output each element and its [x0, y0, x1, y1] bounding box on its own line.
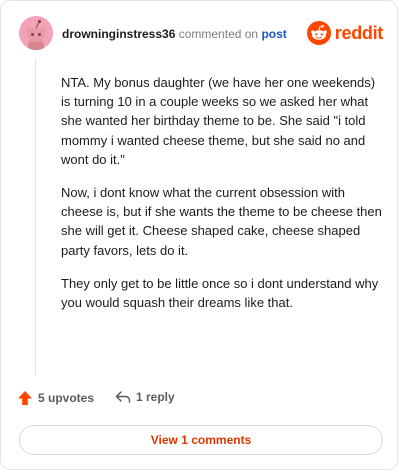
comment-paragraph: Now, i dont know what the current obsess…: [61, 185, 382, 258]
comment-paragraph: They only get to be little once so i don…: [61, 275, 379, 311]
upvote-arrow-icon: [18, 391, 32, 405]
reddit-logo[interactable]: reddit: [306, 20, 384, 46]
author-line: drowninginstress36 commented on post: [62, 27, 287, 41]
thread-line[interactable]: [35, 59, 36, 375]
action-text: commented on: [178, 27, 259, 41]
reply-button[interactable]: 1 reply: [115, 390, 175, 404]
post-link[interactable]: post: [261, 27, 286, 41]
comment-paragraph: NTA. My bonus daughter (we have her one …: [61, 75, 376, 167]
reddit-logo-icon: [306, 21, 331, 45]
reply-arrow-icon: [115, 391, 131, 403]
comment-body: NTA. My bonus daughter (we have her one …: [61, 73, 383, 326]
snoo-avatar-icon: [19, 16, 53, 50]
reddit-wordmark: reddit: [334, 22, 384, 43]
comment-header: drowninginstress36 commented on post red…: [19, 16, 383, 50]
user-avatar[interactable]: [19, 16, 53, 50]
comment-actions: 5 upvotes 1 reply: [17, 390, 377, 410]
upvote-button[interactable]: 5 upvotes: [17, 390, 94, 406]
view-comments-button[interactable]: View 1 comments: [19, 425, 383, 455]
comment-card: drowninginstress36 commented on post red…: [0, 0, 398, 470]
username-link[interactable]: drowninginstress36: [62, 27, 175, 41]
reply-count: 1 reply: [136, 390, 175, 404]
upvote-count: 5 upvotes: [38, 391, 95, 405]
